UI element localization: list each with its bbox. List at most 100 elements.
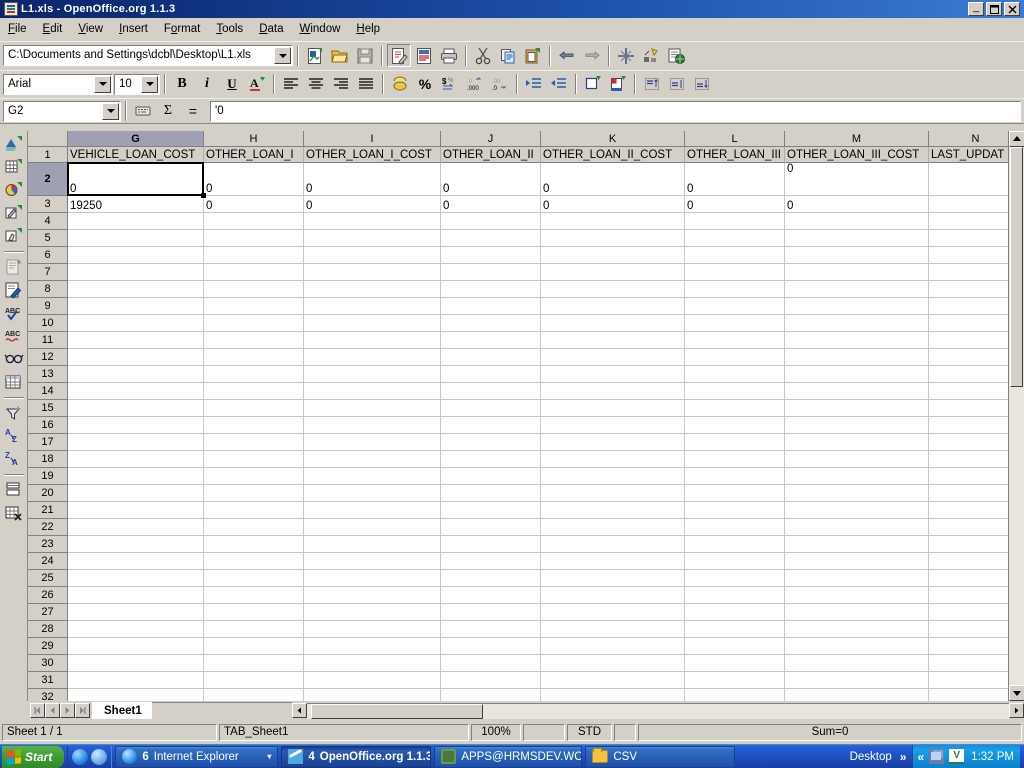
save-document-icon[interactable]	[353, 44, 377, 67]
cell-J6[interactable]	[441, 247, 541, 264]
menu-window[interactable]: Window	[292, 20, 349, 38]
cell-L6[interactable]	[685, 247, 785, 264]
table-row[interactable]: 0000000	[68, 163, 1023, 196]
taskbar-item-csv-folder[interactable]: CSV	[585, 745, 736, 768]
scroll-down-button[interactable]	[1009, 685, 1024, 701]
cell-J9[interactable]	[441, 298, 541, 315]
cell-M27[interactable]	[785, 604, 929, 621]
cell-L7[interactable]	[685, 264, 785, 281]
insert-chart-icon[interactable]	[2, 179, 26, 201]
nav-last-sheet-button[interactable]	[75, 703, 90, 718]
cell-area[interactable]: VEHICLE_LOAN_COST OTHER_LOAN_I OTHER_LOAN_…	[68, 147, 1023, 701]
cell-G13[interactable]	[68, 366, 204, 383]
cell-H29[interactable]	[204, 638, 304, 655]
borders-icon[interactable]	[581, 73, 605, 96]
cell-K11[interactable]	[541, 332, 685, 349]
align-bottom-icon[interactable]	[690, 73, 714, 96]
cell-K21[interactable]	[541, 502, 685, 519]
print-file-icon[interactable]	[437, 44, 461, 67]
vertical-scroll-thumb[interactable]	[1010, 147, 1023, 387]
cell-L31[interactable]	[685, 672, 785, 689]
cell-K32[interactable]	[541, 689, 685, 701]
paste-icon[interactable]	[521, 44, 545, 67]
cell-L9[interactable]	[685, 298, 785, 315]
cell-M14[interactable]	[785, 383, 929, 400]
cell-G18[interactable]	[68, 451, 204, 468]
row-header-18[interactable]: 18	[28, 451, 68, 468]
cell-K1[interactable]: OTHER_LOAN_II_COST	[541, 147, 685, 163]
italic-button[interactable]: i	[195, 73, 219, 96]
row-header-10[interactable]: 10	[28, 315, 68, 332]
add-decimal-icon[interactable]: .0 .000	[463, 73, 487, 96]
cell-M21[interactable]	[785, 502, 929, 519]
row-header-1[interactable]: 1	[28, 147, 68, 163]
taskbar-item-oracle-apps[interactable]: APPS@HRMSDEV.WORLD/	[434, 745, 583, 768]
row-header-24[interactable]: 24	[28, 553, 68, 570]
cell-J13[interactable]	[441, 366, 541, 383]
cell-I27[interactable]	[304, 604, 441, 621]
cell-K23[interactable]	[541, 536, 685, 553]
currency-icon[interactable]	[388, 73, 412, 96]
cell-I17[interactable]	[304, 434, 441, 451]
cell-J4[interactable]	[441, 213, 541, 230]
increase-indent-icon[interactable]	[547, 73, 571, 96]
autospellcheck-icon[interactable]: ABC	[2, 325, 26, 347]
cell-M12[interactable]	[785, 349, 929, 366]
cell-I25[interactable]	[304, 570, 441, 587]
cell-I20[interactable]	[304, 485, 441, 502]
cell-K15[interactable]	[541, 400, 685, 417]
column-header-L[interactable]: L	[685, 131, 785, 147]
cell-G24[interactable]	[68, 553, 204, 570]
internet-explorer-icon[interactable]	[72, 748, 89, 765]
cell-K24[interactable]	[541, 553, 685, 570]
cell-L22[interactable]	[685, 519, 785, 536]
cell-H30[interactable]	[204, 655, 304, 672]
cell-G19[interactable]	[68, 468, 204, 485]
select-all-corner[interactable]	[28, 131, 68, 147]
cell-G15[interactable]	[68, 400, 204, 417]
hyperlink-icon[interactable]	[664, 44, 688, 67]
cell-G30[interactable]	[68, 655, 204, 672]
cell-M23[interactable]	[785, 536, 929, 553]
cell-H22[interactable]	[204, 519, 304, 536]
cell-K10[interactable]	[541, 315, 685, 332]
cell-H8[interactable]	[204, 281, 304, 298]
cell-K6[interactable]	[541, 247, 685, 264]
cell-G23[interactable]	[68, 536, 204, 553]
window-titlebar[interactable]: L1.xls - OpenOffice.org 1.1.3 _	[0, 0, 1024, 18]
cell-H13[interactable]	[204, 366, 304, 383]
cell-H17[interactable]	[204, 434, 304, 451]
row-header-23[interactable]: 23	[28, 536, 68, 553]
edit-file-icon[interactable]	[387, 44, 411, 67]
cell-J28[interactable]	[441, 621, 541, 638]
align-top-icon[interactable]	[640, 73, 664, 96]
cell-I30[interactable]	[304, 655, 441, 672]
cell-H20[interactable]	[204, 485, 304, 502]
cell-H24[interactable]	[204, 553, 304, 570]
row-header-22[interactable]: 22	[28, 519, 68, 536]
cell-M26[interactable]	[785, 587, 929, 604]
cell-G28[interactable]	[68, 621, 204, 638]
nav-next-sheet-button[interactable]	[60, 703, 75, 718]
table-row[interactable]	[68, 451, 1023, 468]
taskbar-clock[interactable]: 1:32 PM	[969, 751, 1014, 763]
cell-L3[interactable]: 0	[685, 196, 785, 213]
cell-G25[interactable]	[68, 570, 204, 587]
cell-J17[interactable]	[441, 434, 541, 451]
hscroll-right-button[interactable]	[1009, 703, 1024, 718]
function-wizard-icon[interactable]	[131, 100, 155, 123]
row-header-8[interactable]: 8	[28, 281, 68, 298]
cell-J5[interactable]	[441, 230, 541, 247]
row-header-28[interactable]: 28	[28, 621, 68, 638]
cell-I24[interactable]	[304, 553, 441, 570]
cell-M5[interactable]	[785, 230, 929, 247]
cell-H23[interactable]	[204, 536, 304, 553]
cell-M22[interactable]	[785, 519, 929, 536]
cell-J11[interactable]	[441, 332, 541, 349]
cell-G4[interactable]	[68, 213, 204, 230]
table-row[interactable]	[68, 434, 1023, 451]
table-row[interactable]	[68, 366, 1023, 383]
cell-J24[interactable]	[441, 553, 541, 570]
cell-I18[interactable]	[304, 451, 441, 468]
cell-G1[interactable]: VEHICLE_LOAN_COST	[68, 147, 204, 163]
